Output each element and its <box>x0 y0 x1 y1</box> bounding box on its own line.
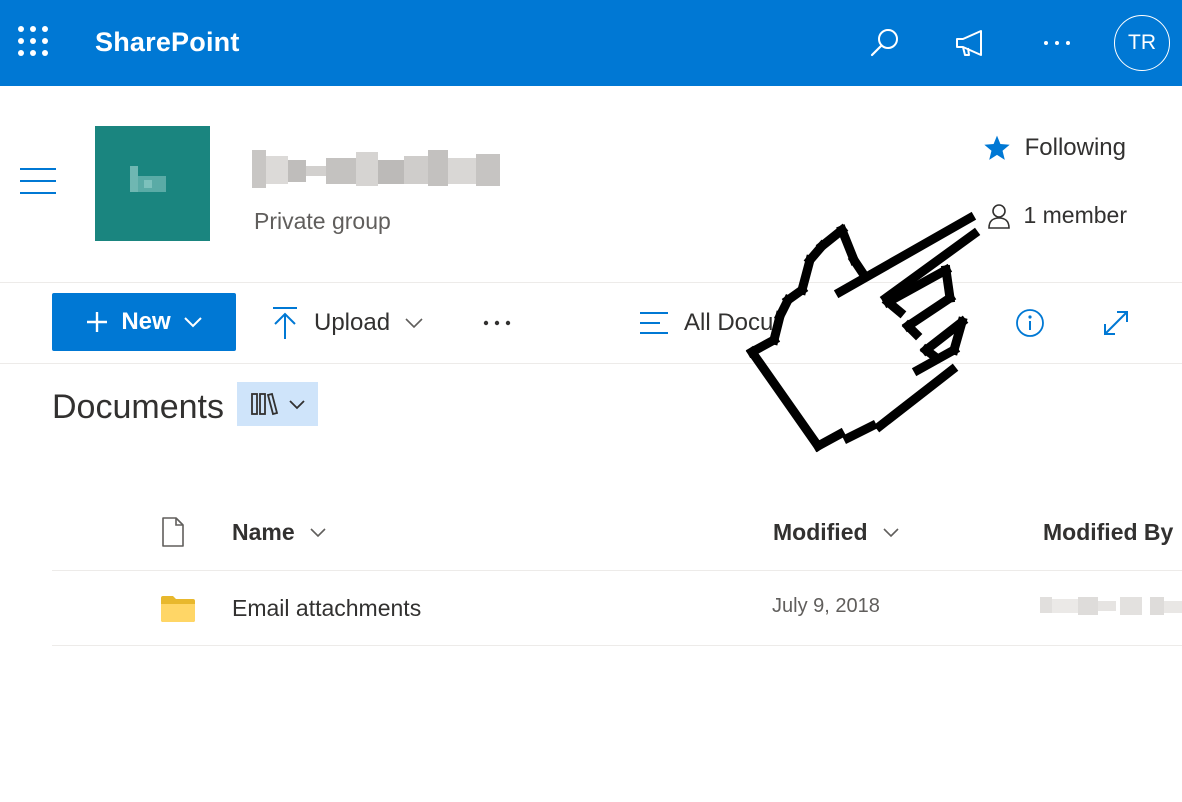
chevron-down-icon <box>288 399 305 409</box>
chevron-down-icon <box>882 527 899 537</box>
star-icon <box>983 135 1010 160</box>
site-title-redacted[interactable] <box>252 148 502 190</box>
following-button[interactable]: Following <box>983 134 1126 162</box>
modified-by-column-header[interactable]: Modified By <box>1043 514 1173 550</box>
library-view-switcher[interactable] <box>237 382 318 426</box>
info-button[interactable] <box>1014 300 1046 346</box>
modified-by-column-label: Modified By <box>1043 518 1174 545</box>
folder-icon <box>161 596 195 622</box>
suite-bar: SharePoint TR <box>0 0 1182 86</box>
new-button[interactable]: New <box>52 293 236 351</box>
library-icon <box>250 392 278 416</box>
following-label: Following <box>1024 134 1126 161</box>
more-icon[interactable] <box>1036 22 1078 64</box>
person-icon <box>988 203 1011 229</box>
expand-icon <box>1104 311 1128 335</box>
more-icon <box>483 320 511 326</box>
file-name[interactable]: Email attachments <box>232 595 421 622</box>
name-column-header[interactable]: Name <box>232 514 327 550</box>
chevron-down-icon <box>183 317 202 328</box>
more-commands-button[interactable] <box>482 300 512 346</box>
info-icon <box>1016 309 1044 337</box>
commandbar-divider <box>0 363 1182 364</box>
expand-button[interactable] <box>1100 300 1132 346</box>
members-label: 1 member <box>1023 202 1127 228</box>
members-button[interactable]: 1 member <box>987 202 1127 229</box>
megaphone-icon[interactable] <box>950 22 992 64</box>
upload-icon <box>273 307 297 339</box>
modified-column-header[interactable]: Modified <box>773 514 900 550</box>
library-title: Documents <box>52 388 224 426</box>
chevron-down-icon <box>405 318 423 329</box>
hamburger-menu-icon[interactable] <box>20 166 56 196</box>
site-subtitle: Private group <box>254 208 391 234</box>
file-type-column-header[interactable] <box>160 514 186 550</box>
view-selector[interactable]: All Docu <box>638 300 780 346</box>
modified-column-label: Modified <box>773 518 868 545</box>
table-row[interactable]: Email attachments July 9, 2018 <box>52 570 1182 646</box>
plus-icon <box>87 312 108 332</box>
chevron-down-icon <box>310 527 326 537</box>
header-divider <box>0 282 1182 283</box>
new-button-label: New <box>121 308 171 335</box>
upload-button[interactable]: Upload <box>270 300 424 346</box>
name-column-label: Name <box>232 518 295 545</box>
modified-date: July 9, 2018 <box>772 595 880 617</box>
upload-label: Upload <box>314 309 391 336</box>
app-launcher-icon[interactable] <box>18 26 52 60</box>
app-name[interactable]: SharePoint <box>95 27 240 58</box>
document-icon <box>162 517 184 547</box>
view-icon <box>640 312 668 334</box>
view-label: All Docu <box>684 309 774 336</box>
site-logo[interactable] <box>95 126 210 241</box>
avatar[interactable]: TR <box>1114 15 1170 71</box>
modified-by-redacted <box>1040 597 1182 615</box>
search-icon[interactable] <box>864 22 906 64</box>
